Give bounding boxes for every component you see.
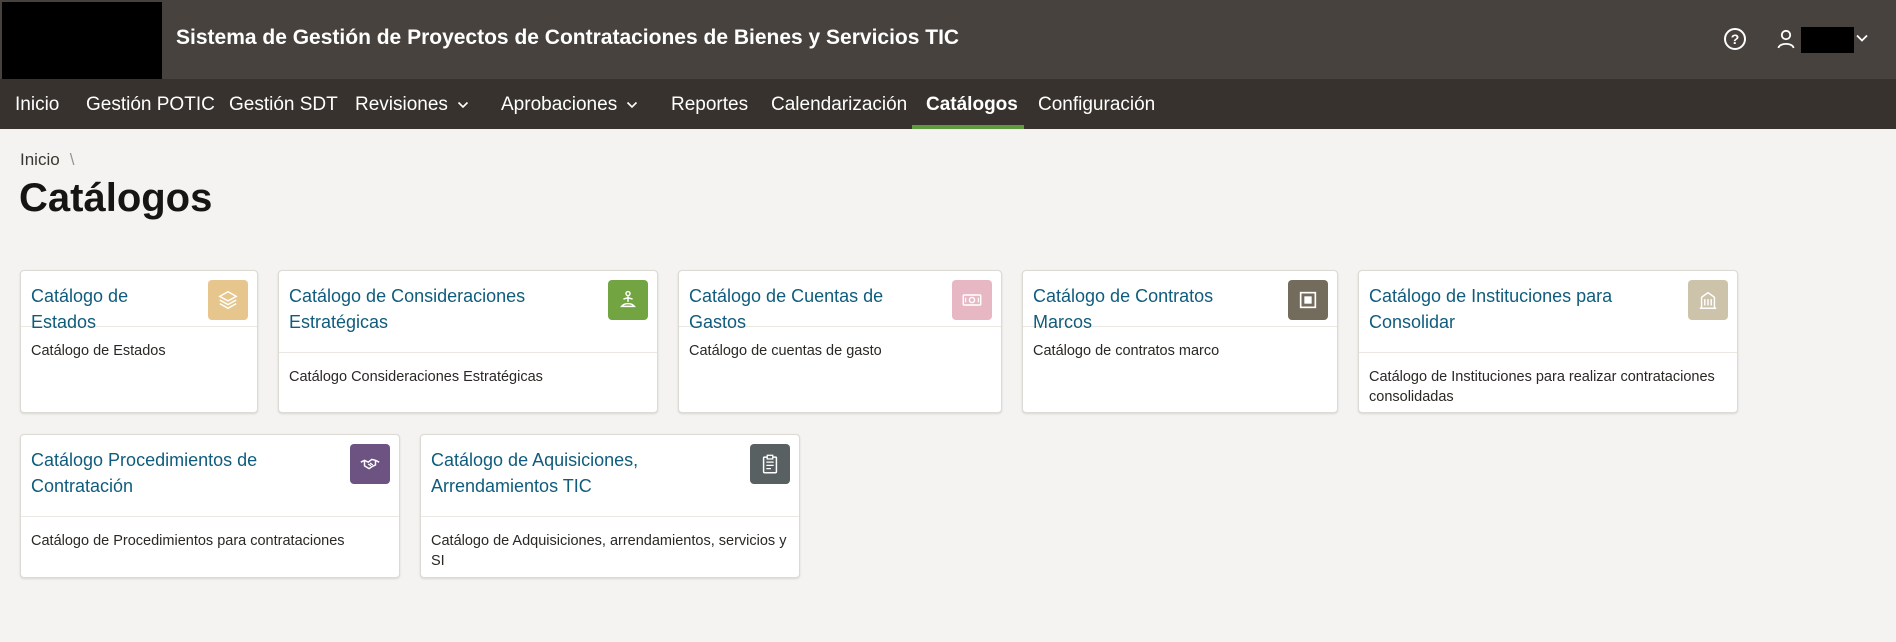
nav-item-revisiones[interactable]: Revisiones: [355, 79, 470, 129]
card-description: Catálogo de Instituciones para realizar …: [1369, 369, 1715, 405]
square-frame-icon: [1288, 280, 1328, 320]
nav-item-configuracion[interactable]: Configuración: [1038, 79, 1155, 129]
building-icon: [1688, 280, 1728, 320]
active-nav-indicator: [912, 125, 1024, 129]
card-header: Catálogo de Estados: [21, 271, 257, 332]
nav-item-aprobaciones[interactable]: Aprobaciones: [501, 79, 639, 129]
user-name-redacted[interactable]: [1801, 27, 1854, 53]
handshake-icon: [350, 444, 390, 484]
app-title: Sistema de Gestión de Proyectos de Contr…: [176, 26, 960, 49]
layers-icon: [208, 280, 248, 320]
chevron-down-icon[interactable]: [1852, 28, 1872, 48]
card-description: Catálogo de Procedimientos para contrata…: [31, 533, 345, 549]
money-icon: [952, 280, 992, 320]
clipboard-icon: [750, 444, 790, 484]
breadcrumb-home-link[interactable]: Inicio: [20, 150, 60, 169]
nav-item-inicio[interactable]: Inicio: [15, 79, 59, 129]
app-header: Sistema de Gestión de Proyectos de Contr…: [0, 0, 1896, 79]
breadcrumb-separator: \: [69, 150, 75, 169]
nav-item-calendarizacion[interactable]: Calendarización: [771, 79, 907, 129]
app-logo[interactable]: [2, 2, 162, 79]
card-header: Catálogo de Cuentas de Gastos: [679, 271, 1001, 332]
page-title: Catálogos: [19, 176, 213, 220]
nav-item-gestion-potic[interactable]: Gestión POTIC: [86, 79, 215, 129]
card-catalogo-estados[interactable]: Catálogo de Estados Catálogo de Estados: [20, 270, 258, 413]
card-description: Catálogo de Adquisiciones, arrendamiento…: [431, 533, 787, 569]
main-nav: Inicio Gestión POTIC Gestión SDT Revisio…: [0, 79, 1896, 129]
card-instituciones-consolidar[interactable]: Catálogo de Instituciones para Consolida…: [1358, 270, 1738, 413]
card-header: Catálogo de Contratos Marcos: [1023, 271, 1337, 332]
chevron-down-icon: [627, 101, 638, 109]
card-title[interactable]: Catálogo Procedimientos de Contratación: [31, 447, 339, 499]
user-icon[interactable]: [1776, 29, 1796, 49]
nav-item-gestion-sdt[interactable]: Gestión SDT: [229, 79, 338, 129]
card-title[interactable]: Catálogo de Consideraciones Estratégicas: [289, 283, 597, 335]
card-header: Catálogo de Instituciones para Consolida…: [1359, 271, 1737, 353]
card-title[interactable]: Catálogo de Aquisiciones, Arrendamientos…: [431, 447, 739, 499]
nav-item-reportes[interactable]: Reportes: [671, 79, 748, 129]
card-header: Catálogo Procedimientos de Contratación: [21, 435, 399, 517]
card-title[interactable]: Catálogo de Instituciones para Consolida…: [1369, 283, 1677, 335]
card-consideraciones-estrategicas[interactable]: Catálogo de Consideraciones Estratégicas…: [278, 270, 658, 413]
card-title[interactable]: Catálogo de Cuentas de Gastos: [689, 283, 941, 335]
card-title[interactable]: Catálogo de Estados: [31, 283, 197, 335]
breadcrumb: Inicio \: [20, 150, 74, 170]
help-icon[interactable]: ?: [1724, 28, 1746, 50]
card-description: Catálogo Consideraciones Estratégicas: [289, 369, 543, 385]
nav-item-catalogos[interactable]: Catálogos: [926, 79, 1018, 129]
card-procedimientos-contratacion[interactable]: Catálogo Procedimientos de Contratación …: [20, 434, 400, 578]
card-header: Catálogo de Consideraciones Estratégicas: [279, 271, 657, 353]
card-cuentas-gastos[interactable]: Catálogo de Cuentas de Gastos Catálogo d…: [678, 270, 1002, 413]
yoga-icon: [608, 280, 648, 320]
chevron-down-icon: [457, 101, 469, 109]
card-adquisiciones-arrendamientos[interactable]: Catálogo de Aquisiciones, Arrendamientos…: [420, 434, 800, 578]
card-header: Catálogo de Aquisiciones, Arrendamientos…: [421, 435, 799, 517]
card-title[interactable]: Catálogo de Contratos Marcos: [1033, 283, 1277, 335]
card-contratos-marcos[interactable]: Catálogo de Contratos Marcos Catálogo de…: [1022, 270, 1338, 413]
